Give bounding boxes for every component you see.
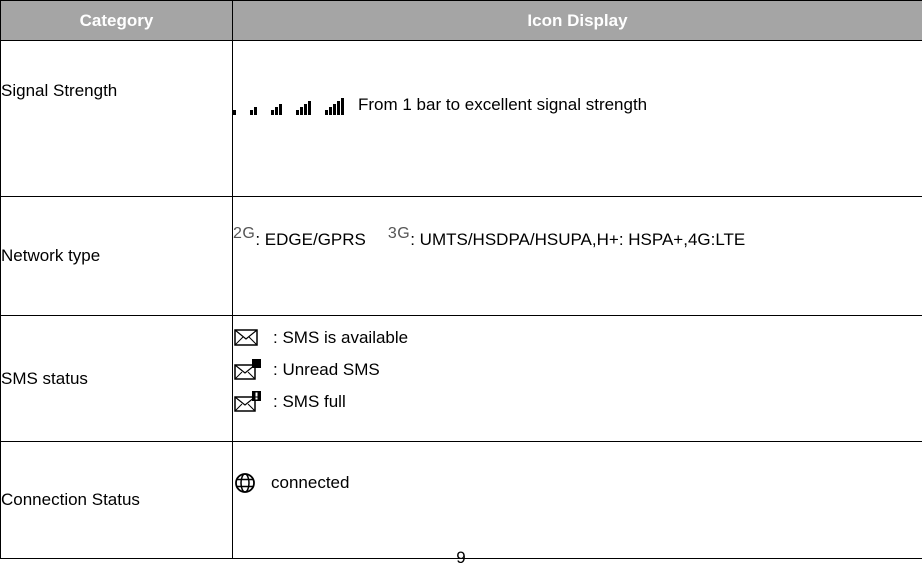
envelope-full-icon (233, 391, 263, 413)
globe-icon (233, 472, 257, 494)
category-cell: Signal Strength (1, 41, 233, 197)
page-number: 9 (0, 548, 922, 568)
category-cell: SMS status (1, 316, 233, 442)
sms-full-text: : SMS full (273, 392, 346, 412)
network-2g-description: : EDGE/GPRS (255, 230, 366, 250)
header-row: Category Icon Display (1, 1, 922, 41)
signal-2-bars-icon (250, 97, 257, 115)
sms-available-text: : SMS is available (273, 328, 408, 348)
signal-1-bar-icon (233, 97, 236, 115)
network-2g-icon: 2G (233, 225, 255, 243)
table-row: Network type 2G : EDGE/GPRS 3G : UMTS/HS… (1, 197, 922, 316)
envelope-icon (233, 327, 263, 349)
signal-description: From 1 bar to excellent signal strength (358, 95, 647, 115)
network-3g-description: : UMTS/HSDPA/HSUPA,H+: HSPA+,4G:LTE (410, 230, 745, 250)
signal-3-bars-icon (271, 97, 282, 115)
icon-legend-table: Category Icon Display Signal Strength Fr… (0, 0, 922, 559)
table-row: Signal Strength From 1 bar to excellent … (1, 41, 922, 197)
header-category: Category (1, 1, 233, 41)
envelope-unread-icon (233, 359, 263, 381)
table-row: SMS status : SMS is available (1, 316, 922, 442)
signal-4-bars-icon (296, 97, 311, 115)
sms-unread-text: : Unread SMS (273, 360, 380, 380)
category-cell: Network type (1, 197, 233, 316)
display-cell: From 1 bar to excellent signal strength (233, 41, 922, 197)
category-cell: Connection Status (1, 442, 233, 559)
connection-status-text: connected (271, 473, 349, 493)
header-icon-display: Icon Display (233, 1, 922, 41)
display-cell: 2G : EDGE/GPRS 3G : UMTS/HSDPA/HSUPA,H+:… (233, 197, 922, 316)
display-cell: : SMS is available : Unread SMS (233, 316, 922, 442)
signal-5-bars-icon (325, 97, 344, 115)
table-row: Connection Status connected (1, 442, 922, 559)
display-cell: connected (233, 442, 922, 559)
network-3g-icon: 3G (388, 225, 410, 243)
